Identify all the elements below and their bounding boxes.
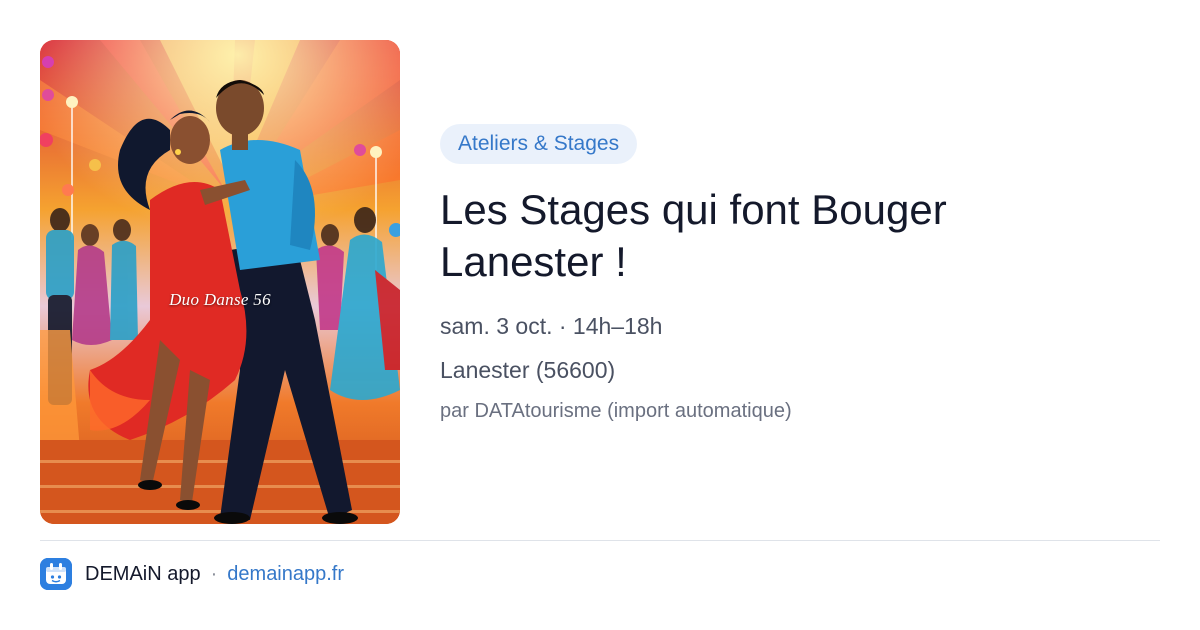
footer: DEMAiN app · demainapp.fr (40, 557, 344, 591)
event-source: par DATAtourisme (import automatique) (440, 400, 792, 422)
footer-separator: · (210, 562, 218, 585)
dance-poster-illustration (40, 40, 400, 524)
site-link[interactable]: demainapp.fr (227, 563, 344, 586)
event-details: Ateliers & Stages Les Stages qui font Bo… (440, 124, 1160, 426)
event-title[interactable]: Les Stages qui font Bouger Lanester ! (440, 184, 1060, 288)
event-card[interactable]: Duo Danse 56 Ateliers & Stages Les Stage… (0, 0, 1200, 630)
event-date: sam. 3 oct. · 14h–18h (440, 313, 663, 339)
category-badge[interactable]: Ateliers & Stages (440, 124, 638, 164)
app-logo-icon (40, 558, 72, 590)
event-location: Lanester (56600) (440, 357, 616, 383)
app-name: DEMAiN app (85, 562, 201, 585)
event-poster-image[interactable]: Duo Danse 56 (40, 40, 400, 524)
footer-divider (40, 540, 1160, 541)
poster-caption: Duo Danse 56 (169, 290, 271, 309)
